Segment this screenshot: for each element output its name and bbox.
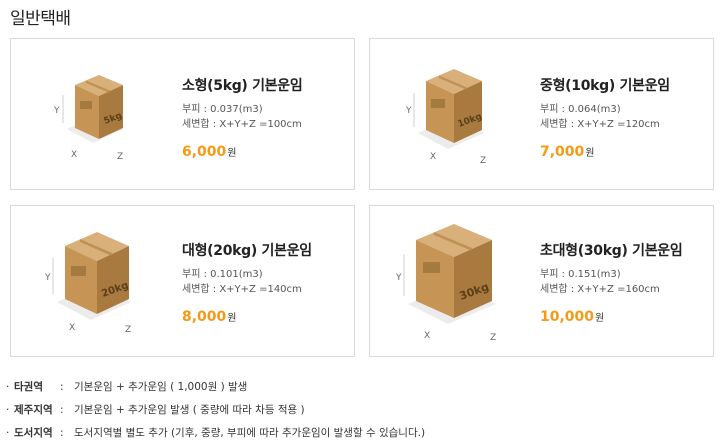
note-colon: :	[60, 404, 64, 416]
page-title: 일반택배	[10, 9, 71, 29]
box-illustration-extra-large: 30kg Y X Z	[396, 224, 496, 343]
price: 10,000원	[540, 309, 682, 325]
bullet: ·	[6, 404, 10, 416]
dimension-sum-text: 세변합 : X+Y+Z =120cm	[540, 119, 660, 130]
volume-text: 부피 : 0.037(m3)	[182, 104, 263, 115]
note-other-region: · 타권역: 기본운임 + 추가운임 ( 1,000원 ) 발생	[6, 376, 425, 399]
price: 7,000원	[540, 144, 670, 160]
box-illustration-large: 20kg Y X Z	[45, 232, 131, 335]
dimension-sum-text: 세변합 : X+Y+Z =160cm	[540, 284, 660, 295]
card-title: 중형(10kg) 기본운임	[540, 78, 670, 94]
axis-z-label: Z	[125, 325, 131, 335]
note-colon: :	[60, 427, 64, 439]
box-illustration-medium: 10kg Y X Z	[406, 69, 486, 166]
parcel-card-medium: 10kg Y X Z 중형(10kg) 기본운임 부피 : 0.064(m3) …	[369, 38, 714, 190]
axis-y-label: Y	[53, 106, 60, 116]
parcel-card-small: 5kg Y X Z 소형(5kg) 기본운임 부피 : 0.037(m3) 세변…	[10, 38, 355, 190]
parcel-card-extra-large: 30kg Y X Z 초대형(30kg) 기본운임 부피 : 0.151(m3)…	[369, 205, 714, 357]
card-title: 대형(20kg) 기본운임	[182, 243, 312, 259]
axis-x-label: X	[424, 331, 430, 341]
axis-x-label: X	[430, 152, 436, 162]
axis-y-label: Y	[406, 106, 412, 116]
volume-text: 부피 : 0.151(m3)	[540, 269, 621, 280]
price: 8,000원	[182, 309, 312, 325]
card-title: 소형(5kg) 기본운임	[182, 78, 303, 94]
price-unit: 원	[227, 313, 237, 324]
shipping-notes: · 타권역: 기본운임 + 추가운임 ( 1,000원 ) 발생 · 제주지역: 기본운…	[6, 376, 425, 445]
axis-x-label: X	[71, 150, 77, 160]
dimension-sum-text: 세변합 : X+Y+Z =140cm	[182, 284, 302, 295]
box-illustration-small: 5kg Y X Z	[53, 75, 124, 162]
note-label: 도서지역	[14, 427, 53, 439]
note-label: 제주지역	[14, 404, 53, 416]
note-text: 기본운임 + 추가운임 ( 1,000원 ) 발생	[74, 381, 248, 393]
price-value: 6,000	[182, 144, 227, 160]
price-value: 8,000	[182, 309, 227, 325]
dimension-sum-text: 세변합 : X+Y+Z =100cm	[182, 119, 302, 130]
price: 6,000원	[182, 144, 302, 160]
axis-y-label: Y	[45, 273, 51, 283]
axis-z-label: Z	[490, 333, 496, 343]
card-title: 초대형(30kg) 기본운임	[540, 243, 683, 259]
price-unit: 원	[595, 313, 605, 324]
axis-y-label: Y	[396, 273, 402, 283]
note-colon: :	[60, 381, 64, 393]
price-unit: 원	[227, 148, 237, 159]
note-label: 타권역	[14, 381, 43, 393]
axis-x-label: X	[69, 323, 75, 333]
note-islands: · 도서지역: 도서지역별 별도 추가 (기후, 중량, 부피에 따라 추가운임이 …	[6, 422, 425, 445]
price-value: 7,000	[540, 144, 585, 160]
volume-text: 부피 : 0.064(m3)	[540, 104, 621, 115]
price-value: 10,000	[540, 309, 595, 325]
bullet: ·	[6, 381, 10, 393]
axis-z-label: Z	[117, 152, 123, 162]
parcel-card-large: 20kg Y X Z 대형(20kg) 기본운임 부피 : 0.101(m3) …	[10, 205, 355, 357]
volume-text: 부피 : 0.101(m3)	[182, 269, 263, 280]
bullet: ·	[6, 427, 10, 439]
note-jeju: · 제주지역: 기본운임 + 추가운임 발생 ( 중량에 따라 차등 적용 )	[6, 399, 425, 422]
price-unit: 원	[585, 148, 595, 159]
note-text: 기본운임 + 추가운임 발생 ( 중량에 따라 차등 적용 )	[74, 404, 305, 416]
axis-z-label: Z	[480, 156, 486, 166]
note-text: 도서지역별 별도 추가 (기후, 중량, 부피에 따라 추가운임이 발생할 수 …	[74, 427, 426, 439]
